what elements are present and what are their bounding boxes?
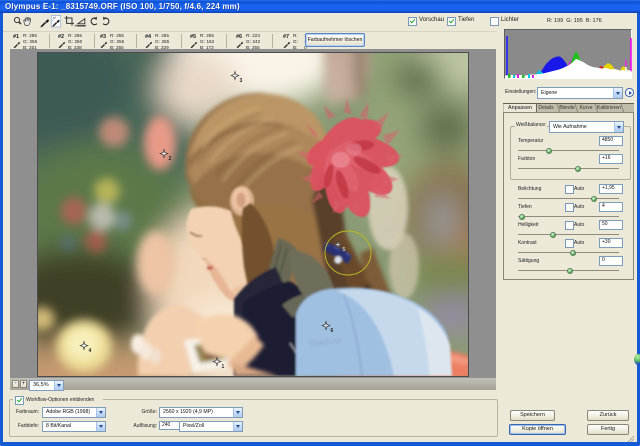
svg-text:5: 5 xyxy=(343,247,346,253)
svg-text:4: 4 xyxy=(89,348,92,354)
svg-text:6: 6 xyxy=(331,328,334,334)
svg-text:2: 2 xyxy=(169,156,172,162)
svg-text:1: 1 xyxy=(222,364,225,370)
svg-text:3: 3 xyxy=(240,78,243,84)
